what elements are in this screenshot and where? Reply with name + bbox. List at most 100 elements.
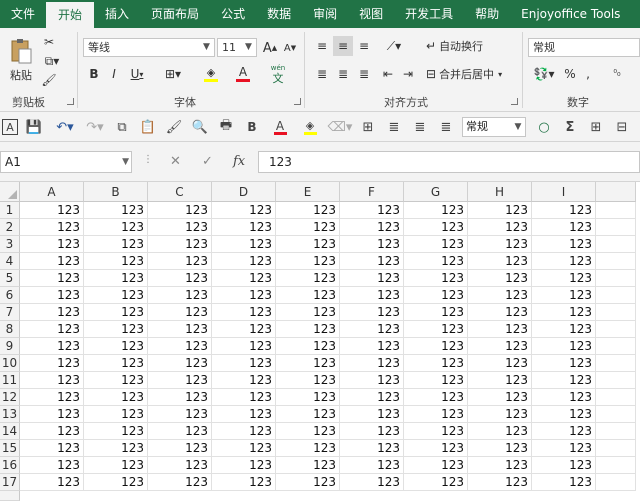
table-icon[interactable]: ⊞ [586, 117, 606, 137]
row-header[interactable]: 9 [0, 338, 20, 355]
cell-h13[interactable]: 123 [468, 406, 532, 423]
borders-icon[interactable]: ⊞ [358, 117, 378, 137]
font-launcher[interactable] [294, 98, 301, 105]
cell-d2[interactable]: 123 [212, 219, 276, 236]
cell-f8[interactable]: 123 [340, 321, 404, 338]
cell-f2[interactable]: 123 [340, 219, 404, 236]
increase-decimal-button[interactable]: ⁰₀ [606, 64, 628, 84]
empty-cell[interactable] [596, 338, 636, 355]
number-format-select[interactable]: 常规 [528, 38, 640, 57]
empty-cell[interactable] [596, 457, 636, 474]
cell-e16[interactable]: 123 [276, 457, 340, 474]
cell-g2[interactable]: 123 [404, 219, 468, 236]
column-header-partial[interactable] [596, 182, 636, 202]
empty-cell[interactable] [596, 304, 636, 321]
cell-a1[interactable]: 123 [20, 202, 84, 219]
cell-a5[interactable]: 123 [20, 270, 84, 287]
cell-g11[interactable]: 123 [404, 372, 468, 389]
cell-b9[interactable]: 123 [84, 338, 148, 355]
cell-e8[interactable]: 123 [276, 321, 340, 338]
cell-h3[interactable]: 123 [468, 236, 532, 253]
cell-h2[interactable]: 123 [468, 219, 532, 236]
cell-i4[interactable]: 123 [532, 253, 596, 270]
tab-insert[interactable]: 插入 [94, 0, 140, 28]
cell-c2[interactable]: 123 [148, 219, 212, 236]
cell-g7[interactable]: 123 [404, 304, 468, 321]
column-header-c[interactable]: C [148, 182, 212, 202]
cell-f12[interactable]: 123 [340, 389, 404, 406]
empty-cell[interactable] [596, 355, 636, 372]
tab-view[interactable]: 视图 [348, 0, 394, 28]
row-header[interactable]: 16 [0, 457, 20, 474]
redo-icon[interactable]: ↷▾ [82, 117, 108, 137]
column-header-h[interactable]: H [468, 182, 532, 202]
cell-c1[interactable]: 123 [148, 202, 212, 219]
cell-g15[interactable]: 123 [404, 440, 468, 457]
cell-i2[interactable]: 123 [532, 219, 596, 236]
cell-g8[interactable]: 123 [404, 321, 468, 338]
cell-c4[interactable]: 123 [148, 253, 212, 270]
increase-indent-button[interactable]: ⇥ [398, 64, 418, 84]
tab-file[interactable]: 文件 [0, 0, 46, 28]
cell-c12[interactable]: 123 [148, 389, 212, 406]
align-left-button[interactable]: ≣ [312, 64, 332, 84]
qat-number-format-select[interactable]: 常规 ▼ [462, 117, 526, 137]
column-header-g[interactable]: G [404, 182, 468, 202]
cell-h11[interactable]: 123 [468, 372, 532, 389]
tab-page-layout[interactable]: 页面布局 [140, 0, 210, 28]
wrap-text-button[interactable]: ↵ 自动换行 [426, 36, 490, 56]
row-header[interactable]: 14 [0, 423, 20, 440]
cell-g4[interactable]: 123 [404, 253, 468, 270]
insert-function-icon[interactable]: fx [233, 154, 245, 169]
paste-icon[interactable]: 📋 [138, 117, 158, 137]
cell-c14[interactable]: 123 [148, 423, 212, 440]
empty-cell[interactable] [596, 389, 636, 406]
cell-a4[interactable]: 123 [20, 253, 84, 270]
cell-i3[interactable]: 123 [532, 236, 596, 253]
bold-button[interactable]: B [86, 64, 102, 84]
cell-d11[interactable]: 123 [212, 372, 276, 389]
cell-f17[interactable]: 123 [340, 474, 404, 491]
cell-b10[interactable]: 123 [84, 355, 148, 372]
cell-e15[interactable]: 123 [276, 440, 340, 457]
cell-d16[interactable]: 123 [212, 457, 276, 474]
row-header[interactable]: 10 [0, 355, 20, 372]
empty-cell[interactable] [596, 236, 636, 253]
cell-h12[interactable]: 123 [468, 389, 532, 406]
font-color-button[interactable]: A [268, 117, 292, 137]
row-header[interactable]: 1 [0, 202, 20, 219]
formula-input[interactable]: 123 [258, 151, 640, 173]
cell-d13[interactable]: 123 [212, 406, 276, 423]
cell-a11[interactable]: 123 [20, 372, 84, 389]
column-header-a[interactable]: A [20, 182, 84, 202]
font-color-button[interactable]: A [230, 64, 256, 84]
tab-help[interactable]: 帮助 [464, 0, 510, 28]
copy-icon[interactable]: ⧉ [112, 117, 132, 137]
row-header[interactable]: 2 [0, 219, 20, 236]
align-bottom-button[interactable]: ≡ [354, 36, 374, 56]
cell-a6[interactable]: 123 [20, 287, 84, 304]
cell-g9[interactable]: 123 [404, 338, 468, 355]
print-preview-icon[interactable]: 🔍 [190, 117, 210, 137]
column-header-e[interactable]: E [276, 182, 340, 202]
cell-h1[interactable]: 123 [468, 202, 532, 219]
cell-i14[interactable]: 123 [532, 423, 596, 440]
select-all-button[interactable] [0, 182, 20, 202]
cell-c9[interactable]: 123 [148, 338, 212, 355]
freeze-panes-icon[interactable]: ⊟ [612, 117, 632, 137]
row-header[interactable]: 7 [0, 304, 20, 321]
empty-cell[interactable] [596, 423, 636, 440]
tab-review[interactable]: 审阅 [302, 0, 348, 28]
row-header[interactable]: 8 [0, 321, 20, 338]
cell-c16[interactable]: 123 [148, 457, 212, 474]
empty-cell[interactable] [596, 372, 636, 389]
cell-b17[interactable]: 123 [84, 474, 148, 491]
cell-b3[interactable]: 123 [84, 236, 148, 253]
cell-c3[interactable]: 123 [148, 236, 212, 253]
cell-i9[interactable]: 123 [532, 338, 596, 355]
name-box[interactable]: A1 ▼ [0, 151, 132, 173]
cell-d9[interactable]: 123 [212, 338, 276, 355]
italic-button[interactable]: I [106, 64, 122, 84]
cell-e17[interactable]: 123 [276, 474, 340, 491]
lightbulb-icon[interactable]: 💡 [631, 0, 640, 28]
